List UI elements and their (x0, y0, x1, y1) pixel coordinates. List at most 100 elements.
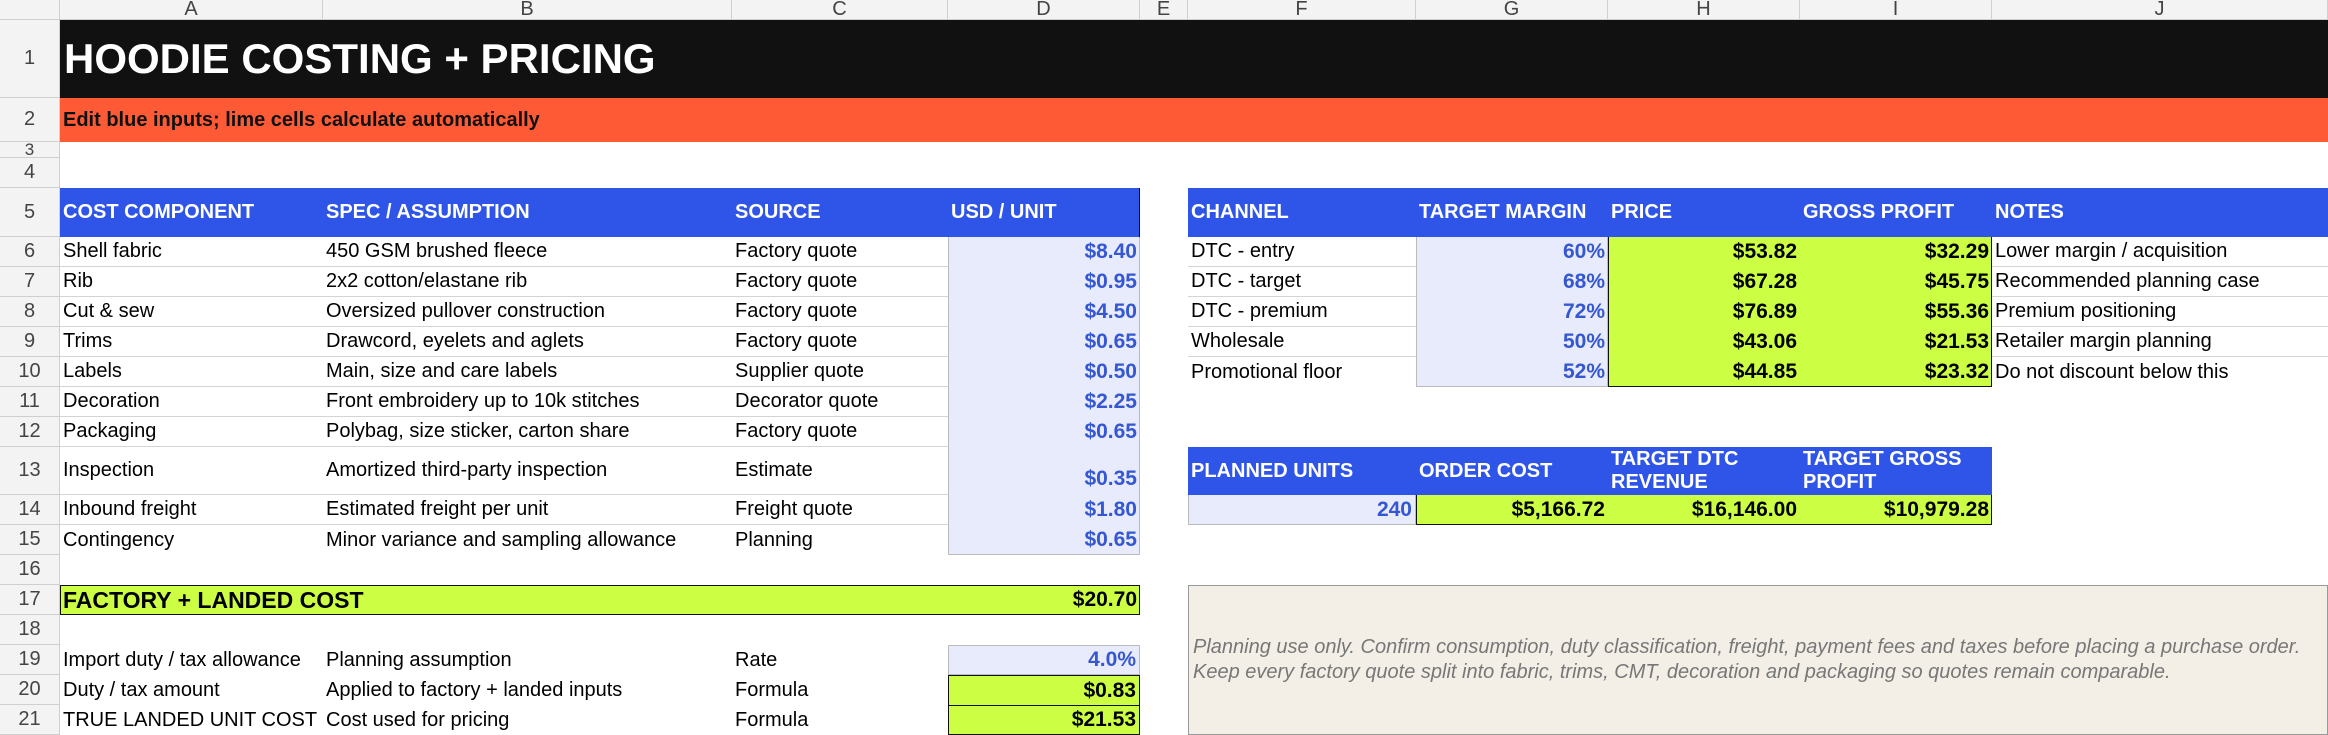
duty-source[interactable]: Rate (732, 645, 948, 675)
column-header-i[interactable]: I (1800, 0, 1992, 20)
cost-component-cell[interactable]: Rib (60, 267, 323, 297)
cost-usd-input[interactable]: $2.25 (948, 387, 1140, 417)
column-header-b[interactable]: B (323, 0, 732, 20)
duty-rate-input[interactable]: 4.0% (948, 645, 1140, 675)
cost-spec-cell[interactable]: Main, size and care labels (323, 357, 732, 387)
landed-cost-label[interactable]: TRUE LANDED UNIT COST (60, 705, 323, 735)
target-dtc-revenue-value[interactable]: $16,146.00 (1608, 495, 1800, 525)
cost-source-cell[interactable]: Factory quote (732, 267, 948, 297)
column-header-j[interactable]: J (1992, 0, 2328, 20)
row-header[interactable]: 21 (0, 705, 60, 735)
row-header[interactable]: 2 (0, 98, 60, 142)
total-label[interactable]: FACTORY + LANDED COST (60, 585, 660, 615)
target-margin-input[interactable]: 50% (1416, 327, 1608, 357)
cost-usd-input[interactable]: $0.65 (948, 327, 1140, 357)
cost-source-cell[interactable]: Supplier quote (732, 357, 948, 387)
price-cell[interactable]: $53.82 (1608, 237, 1800, 267)
cost-header-source[interactable]: SOURCE (732, 188, 948, 237)
cost-header-spec[interactable]: SPEC / ASSUMPTION (323, 188, 732, 237)
cost-usd-input[interactable]: $0.95 (948, 267, 1140, 297)
row-header[interactable]: 4 (0, 158, 60, 188)
cost-spec-cell[interactable]: Minor variance and sampling allowance (323, 525, 732, 555)
cost-source-cell[interactable]: Estimate (732, 447, 948, 495)
row-header[interactable]: 8 (0, 297, 60, 327)
cost-component-cell[interactable]: Inspection (60, 447, 323, 495)
instruction-banner[interactable]: Edit blue inputs; lime cells calculate a… (60, 98, 2328, 142)
cost-component-cell[interactable]: Trims (60, 327, 323, 357)
price-cell[interactable]: $43.06 (1608, 327, 1800, 357)
cost-source-cell[interactable]: Factory quote (732, 417, 948, 447)
price-cell[interactable]: $44.85 (1608, 357, 1800, 387)
cost-source-cell[interactable]: Factory quote (732, 297, 948, 327)
row-header[interactable]: 17 (0, 585, 60, 615)
gross-profit-cell[interactable]: $45.75 (1800, 267, 1992, 297)
gross-profit-cell[interactable]: $23.32 (1800, 357, 1992, 387)
row-header[interactable]: 14 (0, 495, 60, 525)
duty-label[interactable]: Import duty / tax allowance (60, 645, 323, 675)
select-all-corner[interactable] (0, 0, 60, 20)
gross-profit-cell[interactable]: $21.53 (1800, 327, 1992, 357)
target-margin-input[interactable]: 60% (1416, 237, 1608, 267)
target-margin-input[interactable]: 52% (1416, 357, 1608, 387)
cost-component-cell[interactable]: Contingency (60, 525, 323, 555)
cost-component-cell[interactable]: Cut & sew (60, 297, 323, 327)
cost-component-cell[interactable]: Labels (60, 357, 323, 387)
channel-name-cell[interactable]: DTC - entry (1188, 237, 1416, 267)
target-margin-input[interactable]: 72% (1416, 297, 1608, 327)
cost-usd-input[interactable]: $1.80 (948, 495, 1140, 525)
column-header-c[interactable]: C (732, 0, 948, 20)
duty-amount-source[interactable]: Formula (732, 675, 948, 705)
row-header[interactable]: 10 (0, 357, 60, 387)
cost-source-cell[interactable]: Freight quote (732, 495, 948, 525)
landed-cost-value[interactable]: $21.53 (948, 705, 1140, 735)
row-header[interactable]: 18 (0, 615, 60, 645)
cost-component-cell[interactable]: Packaging (60, 417, 323, 447)
channel-header-margin[interactable]: TARGET MARGIN (1416, 188, 1608, 237)
landed-cost-spec[interactable]: Cost used for pricing (323, 705, 732, 735)
cost-header-component[interactable]: COST COMPONENT (60, 188, 323, 237)
cost-spec-cell[interactable]: Drawcord, eyelets and aglets (323, 327, 732, 357)
target-margin-input[interactable]: 68% (1416, 267, 1608, 297)
cost-usd-input[interactable]: $0.65 (948, 417, 1140, 447)
order-header-cost[interactable]: ORDER COST (1416, 447, 1608, 495)
cost-component-cell[interactable]: Decoration (60, 387, 323, 417)
cost-spec-cell[interactable]: Polybag, size sticker, carton share (323, 417, 732, 447)
duty-spec[interactable]: Planning assumption (323, 645, 732, 675)
row-header[interactable]: 15 (0, 525, 60, 555)
channel-header-notes[interactable]: NOTES (1992, 188, 2328, 237)
row-header[interactable]: 1 (0, 20, 60, 98)
cost-spec-cell[interactable]: Oversized pullover construction (323, 297, 732, 327)
order-header-profit[interactable]: TARGET GROSS PROFIT (1800, 447, 1992, 495)
cost-source-cell[interactable]: Factory quote (732, 237, 948, 267)
row-header[interactable]: 20 (0, 675, 60, 705)
row-header[interactable]: 11 (0, 387, 60, 417)
channel-header-profit[interactable]: GROSS PROFIT (1800, 188, 1992, 237)
cost-source-cell[interactable]: Factory quote (732, 327, 948, 357)
cost-spec-cell[interactable]: Amortized third-party inspection (323, 447, 732, 495)
column-header-e[interactable]: E (1140, 0, 1188, 20)
order-cost-value[interactable]: $5,166.72 (1416, 495, 1608, 525)
cost-spec-cell[interactable]: 2x2 cotton/elastane rib (323, 267, 732, 297)
notes-cell[interactable]: Lower margin / acquisition (1992, 237, 2328, 267)
cost-component-cell[interactable]: Shell fabric (60, 237, 323, 267)
cost-component-cell[interactable]: Inbound freight (60, 495, 323, 525)
gross-profit-cell[interactable]: $32.29 (1800, 237, 1992, 267)
target-gross-profit-value[interactable]: $10,979.28 (1800, 495, 1992, 525)
row-header[interactable]: 5 (0, 188, 60, 237)
cost-spec-cell[interactable]: 450 GSM brushed fleece (323, 237, 732, 267)
landed-cost-source[interactable]: Formula (732, 705, 948, 735)
cost-usd-input[interactable]: $0.35 (948, 447, 1140, 495)
total-value[interactable]: $20.70 (948, 585, 1140, 615)
row-header[interactable]: 19 (0, 645, 60, 675)
duty-amount-value[interactable]: $0.83 (948, 675, 1140, 705)
cost-header-usd[interactable]: USD / UNIT (948, 188, 1140, 237)
duty-amount-spec[interactable]: Applied to factory + landed inputs (323, 675, 732, 705)
row-header[interactable]: 7 (0, 267, 60, 297)
column-header-d[interactable]: D (948, 0, 1140, 20)
notes-cell[interactable]: Do not discount below this (1992, 357, 2328, 387)
note-box[interactable]: Planning use only. Confirm consumption, … (1188, 585, 2328, 735)
channel-name-cell[interactable]: Promotional floor (1188, 357, 1416, 387)
cost-usd-input[interactable]: $4.50 (948, 297, 1140, 327)
channel-name-cell[interactable]: DTC - target (1188, 267, 1416, 297)
notes-cell[interactable]: Recommended planning case (1992, 267, 2328, 297)
